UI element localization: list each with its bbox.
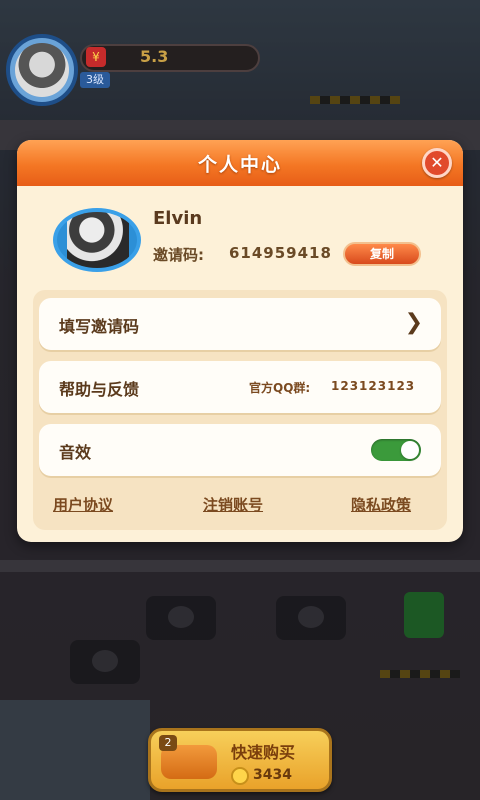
help-feedback-row[interactable]: 帮助与反馈 官方QQ群: 123123123 xyxy=(39,361,441,413)
privacy-policy-link[interactable]: 隐私政策 xyxy=(351,494,411,515)
username: Elvin xyxy=(153,208,203,229)
toggle-knob xyxy=(401,441,419,459)
avatar-photo xyxy=(15,43,69,97)
invite-code-value: 614959418 xyxy=(229,244,332,262)
invite-code-label: 邀请码: xyxy=(153,246,204,264)
enter-invite-code-label: 填写邀请码 xyxy=(59,317,140,336)
red-envelope-icon: ¥ xyxy=(86,47,106,67)
chevron-right-icon: ❯ xyxy=(404,310,423,335)
avatar-photo xyxy=(67,212,129,268)
coin-icon xyxy=(231,767,249,785)
sound-row: 音效 xyxy=(39,424,441,476)
quick-buy-button[interactable]: 2 快速购买 3434 xyxy=(148,728,332,792)
hud-avatar[interactable] xyxy=(6,34,78,106)
car-level-badge: 2 xyxy=(159,735,177,751)
cancel-account-link[interactable]: 注销账号 xyxy=(203,494,263,515)
sound-label: 音效 xyxy=(59,443,92,462)
hud-money-bar xyxy=(80,44,260,72)
avatar xyxy=(53,208,141,272)
qq-group-value: 123123123 xyxy=(331,379,416,393)
hud-level-badge: 3级 xyxy=(80,72,110,88)
user-agreement-link[interactable]: 用户协议 xyxy=(53,494,113,515)
help-feedback-label: 帮助与反馈 xyxy=(59,380,140,399)
enter-invite-code-row[interactable]: 填写邀请码 ❯ xyxy=(39,298,441,350)
modal-title: 个人中心 xyxy=(197,154,282,176)
profile-modal: 个人中心 ✕ Elvin 邀请码: 614959418 复制 填写邀请码 ❯ 帮… xyxy=(17,140,463,542)
quick-buy-label: 快速购买 xyxy=(231,743,296,762)
copy-button[interactable]: 复制 xyxy=(343,242,421,266)
qq-group-label: 官方QQ群: xyxy=(249,381,311,395)
sound-toggle[interactable] xyxy=(371,439,421,461)
quick-buy-price: 3434 xyxy=(253,767,292,783)
close-icon[interactable]: ✕ xyxy=(422,148,452,178)
hud-money-value: 5.3 xyxy=(140,47,169,66)
